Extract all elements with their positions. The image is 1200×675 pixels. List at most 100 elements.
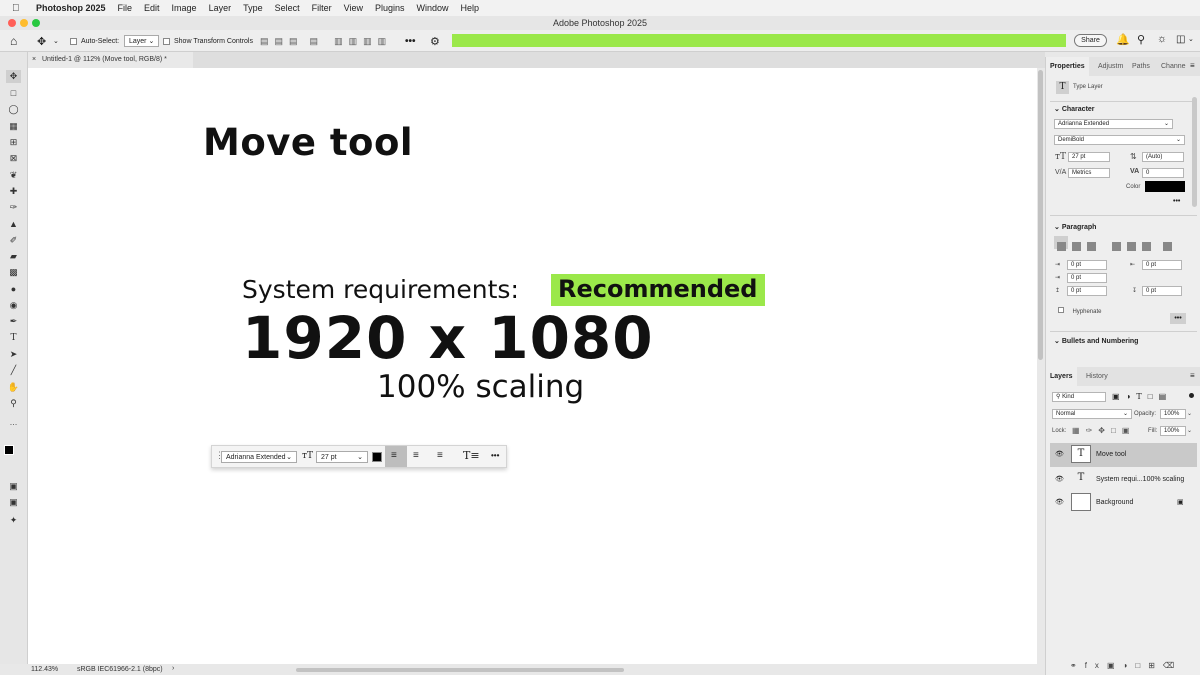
font-family-dropdown[interactable]: Adrianna Extended ⌄ [1054,119,1173,129]
distribute-icon[interactable]: ▤ [310,36,319,47]
healing-brush-tool-icon[interactable]: ✚ [6,185,21,198]
menu-edit[interactable]: Edit [144,3,160,13]
leading-field[interactable]: (Auto) [1142,152,1184,162]
transform-checkbox[interactable] [163,37,170,45]
kerning-field[interactable]: Metrics [1068,168,1110,178]
distribute-vertical-icon[interactable]: ▥ [378,36,387,47]
eyedropper-tool-icon[interactable]: ❦ [6,169,21,182]
preset-chevron-icon[interactable]: ⌄ [53,30,59,52]
zoom-window-button[interactable] [32,19,40,27]
justify-last-left-icon[interactable] [1112,242,1121,251]
menu-window[interactable]: Window [417,3,449,13]
text-color-swatch[interactable] [1145,181,1185,192]
auto-select-option[interactable]: Auto-Select: [70,30,119,52]
share-button[interactable]: Share [1074,34,1107,47]
space-before-field[interactable]: 0 pt [1067,286,1107,296]
add-mask-icon[interactable]: ▣ [1107,661,1123,670]
search-icon[interactable]: ⚲ [1137,33,1145,46]
tab-adjustments[interactable]: Adjustm [1094,57,1127,76]
justify-last-center-icon[interactable] [1127,242,1136,251]
first-line-indent-field[interactable]: 0 pt [1067,273,1107,283]
transform-option[interactable]: Show Transform Controls [163,30,253,52]
more-icon[interactable]: ••• [491,451,499,460]
menu-file[interactable]: File [118,3,133,13]
tab-paths[interactable]: Paths [1128,57,1154,76]
dodge-tool-icon[interactable]: ◉ [6,299,21,312]
lock-all-icon[interactable]: ▣ [1122,426,1136,435]
close-window-button[interactable] [8,19,16,27]
rectangle-tool-icon[interactable]: ╱ [6,364,21,377]
more-options-icon[interactable]: ••• [405,30,416,52]
filter-adjustment-icon[interactable]: ◑ [1126,392,1137,401]
auto-select-dropdown[interactable]: Layer ⌄ [124,30,160,52]
hyphenate-checkbox[interactable] [1058,307,1064,313]
edit-toolbar-icon[interactable]: … [6,416,21,429]
foreground-color-swatch[interactable] [4,445,14,455]
gradient-tool-icon[interactable]: ▩ [6,266,21,279]
workspace-chevron-icon[interactable]: ⌄ [1188,35,1194,43]
canvas-scaling-text[interactable]: 100% scaling [377,369,584,405]
lock-transparent-icon[interactable]: ▦ [1072,426,1086,435]
character-section-header[interactable]: ⌄ Character [1054,105,1095,113]
history-brush-tool-icon[interactable]: ✐ [6,234,21,247]
new-group-icon[interactable]: □ [1135,661,1148,670]
space-after-field[interactable]: 0 pt [1142,286,1182,296]
marquee-tool-icon[interactable]: □ [6,87,21,100]
lock-artboard-icon[interactable]: □ [1111,426,1122,435]
pen-tool-icon[interactable]: ✒ [6,315,21,328]
document-tab[interactable]: × Untitled-1 @ 112% (Move tool, RGB/8) * [28,52,193,68]
tracking-field[interactable]: 0 [1142,168,1184,178]
indent-right-field[interactable]: 0 pt [1142,260,1182,270]
align-left-para-icon[interactable] [1057,242,1066,251]
layer-filter-dropdown[interactable]: ⚲ Kind [1052,392,1106,402]
align-top-edges-icon[interactable]: ▥ [334,36,343,47]
align-horizontal-centers-icon[interactable]: ▤ [275,36,284,47]
align-right-para-icon[interactable] [1087,242,1096,251]
screen-mode-icon[interactable]: ▣ [6,496,21,509]
hyphenate-option[interactable]: Hyphenate [1058,300,1101,318]
tab-properties[interactable]: Properties [1046,57,1089,76]
crop-tool-icon[interactable]: ⊞ [6,136,21,149]
zoom-tool-icon[interactable]: ⚲ [6,397,21,410]
filter-toggle-icon[interactable] [1189,393,1194,398]
filter-smart-icon[interactable]: ▤ [1159,392,1173,401]
close-tab-icon[interactable]: × [32,52,36,68]
clone-stamp-tool-icon[interactable]: ▲ [6,218,21,231]
layers-panel-menu-icon[interactable]: ≡ [1190,371,1195,380]
vertical-scroll-thumb[interactable] [1038,70,1043,360]
canvas-system-requirements-text[interactable]: System requirements: [242,275,519,304]
ctx-font-dropdown[interactable]: Adrianna Extended ⌄ [221,451,297,463]
opacity-chevron-icon[interactable]: ⌄ [1187,410,1192,417]
align-left-edges-icon[interactable]: ▤ [260,36,269,47]
align-vertical-centers-icon[interactable]: ▥ [349,36,358,47]
bell-icon[interactable]: 🔔 [1116,33,1130,46]
path-selection-tool-icon[interactable]: ➤ [6,348,21,361]
status-menu-arrow[interactable]: › [172,665,174,672]
menu-select[interactable]: Select [275,3,300,13]
blur-tool-icon[interactable]: ● [6,283,21,296]
move-tool-preset-icon[interactable]: ✥ [37,30,46,52]
layer-row[interactable]: 👁 Background ▣ [1050,491,1197,515]
font-size-field[interactable]: 27 pt [1068,152,1110,162]
eye-icon[interactable]: 👁 [1055,450,1064,458]
fill-chevron-icon[interactable]: ⌄ [1187,427,1192,434]
lock-image-icon[interactable]: ✑ [1086,426,1099,435]
generative-icon[interactable]: ✦ [6,514,21,527]
tab-layers[interactable]: Layers [1046,367,1077,386]
zoom-level[interactable]: 112.43% [31,666,58,673]
menu-plugins[interactable]: Plugins [375,3,405,13]
layer-row[interactable]: 👁 T System requi...100% scaling [1050,468,1197,492]
frame-tool-icon[interactable]: ⊠ [6,152,21,165]
ctx-size-dropdown[interactable]: 27 pt ⌄ [316,451,368,463]
blend-mode-dropdown[interactable]: Normal ⌄ [1052,409,1132,419]
fill-field[interactable]: 100% [1160,426,1186,436]
text-options-icon[interactable]: T≡ [463,449,480,462]
type-tool-icon[interactable]: T [6,332,21,345]
paragraph-more-button[interactable]: ••• [1170,313,1186,324]
canvas-recommended-highlight[interactable]: Recommended [551,274,765,306]
hand-tool-icon[interactable]: ✋ [6,381,21,394]
layer-row[interactable]: 👁 T Move tool [1050,443,1197,467]
eye-icon[interactable]: 👁 [1055,475,1064,483]
font-style-dropdown[interactable]: DemiBold ⌄ [1054,135,1185,145]
brush-tool-icon[interactable]: ✑ [6,201,21,214]
